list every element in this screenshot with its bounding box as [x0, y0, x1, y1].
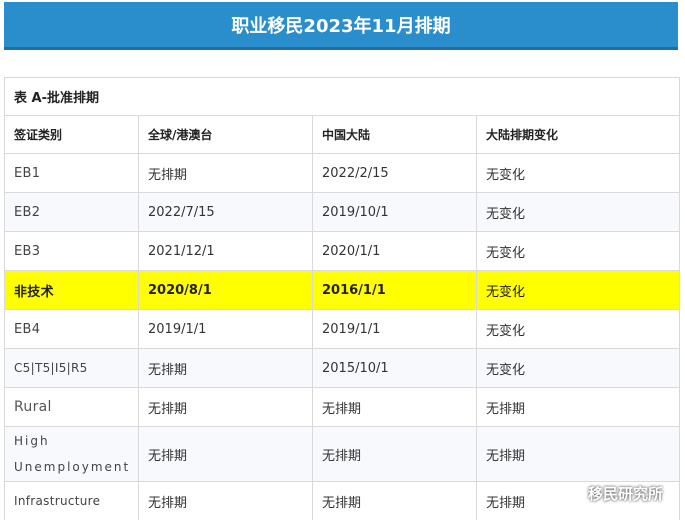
header-visa-category: 签证类别	[4, 115, 139, 154]
table-row: Rural 无排期 无排期 无排期	[4, 387, 681, 427]
cell-china: 无排期	[312, 387, 477, 427]
cell-china: 2016/1/1	[312, 270, 477, 310]
cell-category: Rural	[4, 387, 139, 427]
cell-category: EB1	[4, 153, 139, 193]
cell-china: 2020/1/1	[312, 231, 477, 271]
table-caption: 表 A-批准排期	[3, 77, 681, 116]
page-title: 职业移民2023年11月排期	[4, 2, 678, 50]
cell-china: 2022/2/15	[312, 153, 477, 193]
cell-china: 无排期	[312, 481, 477, 520]
cell-category: Infrastructure	[4, 481, 139, 520]
cell-change: 无变化	[475, 270, 681, 310]
table-row: EB2 2022/7/15 2019/10/1 无变化	[4, 192, 681, 232]
table-row-highlighted: 非技术 2020/8/1 2016/1/1 无变化	[4, 270, 681, 310]
cell-global: 2020/8/1	[138, 270, 313, 310]
table-row: C5|T5|I5|R5 无排期 2015/10/1 无变化	[4, 348, 681, 388]
cell-china: 无排期	[312, 426, 477, 482]
priority-date-table: 表 A-批准排期 签证类别 全球/港澳台 中国大陆 大陆排期变化 EB1 无排期…	[3, 77, 681, 520]
page: 职业移民2023年11月排期 表 A-批准排期 签证类别 全球/港澳台 中国大陆…	[0, 0, 685, 520]
cell-change: 无变化	[475, 153, 681, 193]
cell-change: 无变化	[475, 192, 681, 232]
header-global: 全球/港澳台	[138, 115, 313, 154]
cell-change: 无排期	[475, 387, 681, 427]
table-row: High Unemployment 无排期 无排期 无排期	[4, 426, 681, 482]
cell-global: 2021/12/1	[138, 231, 313, 271]
table-caption-row: 表 A-批准排期	[3, 77, 681, 116]
cell-category: EB2	[4, 192, 139, 232]
cell-china: 2019/10/1	[312, 192, 477, 232]
cell-global: 无排期	[138, 481, 313, 520]
cell-china: 2019/1/1	[312, 309, 477, 349]
table-header-row: 签证类别 全球/港澳台 中国大陆 大陆排期变化	[4, 115, 681, 154]
cell-global: 无排期	[138, 426, 313, 482]
table-row: EB1 无排期 2022/2/15 无变化	[4, 153, 681, 193]
cell-category: C5|T5|I5|R5	[4, 348, 139, 388]
table-container: 表 A-批准排期 签证类别 全球/港澳台 中国大陆 大陆排期变化 EB1 无排期…	[3, 77, 681, 520]
table-row: EB3 2021/12/1 2020/1/1 无变化	[4, 231, 681, 271]
cell-category: 非技术	[4, 270, 139, 310]
cell-china: 2015/10/1	[312, 348, 477, 388]
wechat-icon	[561, 484, 582, 502]
watermark-text: 移民研究所	[587, 484, 663, 503]
table-row: EB4 2019/1/1 2019/1/1 无变化	[4, 309, 681, 349]
cell-category: EB3	[4, 231, 139, 271]
cell-change: 无变化	[475, 309, 681, 349]
cell-change: 无变化	[475, 348, 681, 388]
cell-global: 无排期	[138, 348, 313, 388]
cell-global: 无排期	[138, 387, 313, 427]
cell-change: 无变化	[475, 231, 681, 271]
watermark: 移民研究所	[561, 482, 663, 504]
cell-category: EB4	[4, 309, 139, 349]
cell-global: 无排期	[138, 153, 313, 193]
header-china: 中国大陆	[312, 115, 477, 154]
cell-global: 2019/1/1	[138, 309, 313, 349]
cell-change: 无排期	[475, 426, 681, 482]
cell-global: 2022/7/15	[138, 192, 313, 232]
header-change: 大陆排期变化	[475, 115, 681, 154]
cell-category: High Unemployment	[4, 426, 139, 482]
